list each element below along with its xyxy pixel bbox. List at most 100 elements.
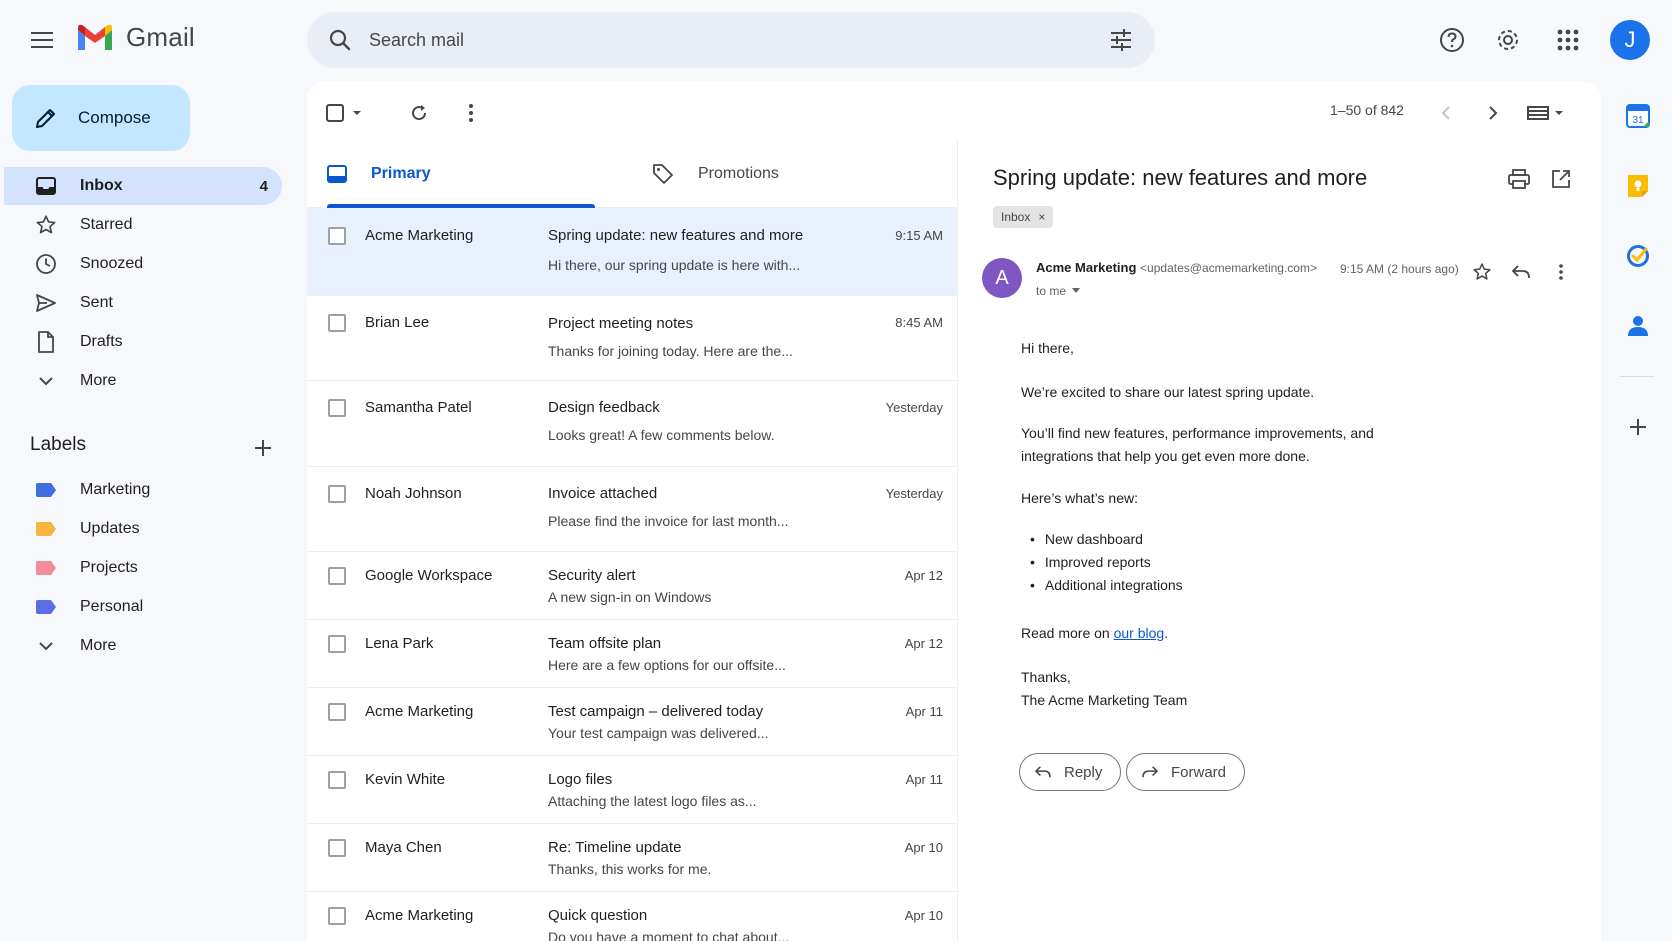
row-checkbox[interactable] bbox=[328, 485, 346, 503]
reply-icon-button[interactable] bbox=[1505, 256, 1537, 288]
search-options-icon[interactable] bbox=[1109, 29, 1133, 51]
row-snippet: Your test campaign was delivered... bbox=[548, 725, 769, 741]
row-sender: Samantha Patel bbox=[365, 399, 472, 416]
inbox-icon bbox=[327, 165, 347, 183]
chevron-down-icon bbox=[34, 369, 58, 393]
select-all-checkbox[interactable] bbox=[322, 95, 372, 131]
label-projects[interactable]: Projects bbox=[4, 549, 282, 587]
print-button[interactable] bbox=[1503, 163, 1535, 195]
more-options-button[interactable] bbox=[453, 95, 489, 131]
remove-label-icon[interactable]: × bbox=[1038, 210, 1045, 224]
unread-count: 4 bbox=[259, 177, 268, 195]
message-more-button[interactable] bbox=[1545, 256, 1577, 288]
row-checkbox[interactable] bbox=[328, 399, 346, 417]
keep-app-button[interactable] bbox=[1622, 170, 1654, 202]
settings-button[interactable] bbox=[1488, 20, 1528, 60]
tab-promotions[interactable]: Promotions bbox=[652, 140, 779, 208]
refresh-button[interactable] bbox=[401, 95, 437, 131]
star-message-button[interactable] bbox=[1466, 256, 1498, 288]
forward-button[interactable]: Forward bbox=[1126, 753, 1246, 791]
label-tag-icon bbox=[36, 561, 56, 575]
gmail-logo[interactable]: Gmail bbox=[76, 22, 195, 53]
table-row[interactable]: Lena Park Team offsite plan Here are a f… bbox=[307, 620, 957, 688]
sender-avatar[interactable]: A bbox=[982, 258, 1022, 298]
table-row[interactable]: Acme Marketing Test campaign – delivered… bbox=[307, 688, 957, 756]
label-tag-icon bbox=[36, 600, 56, 614]
contacts-app-button[interactable] bbox=[1622, 310, 1654, 342]
sidebar-item-snoozed[interactable]: Snoozed bbox=[4, 245, 282, 283]
row-date: Apr 10 bbox=[904, 908, 943, 923]
label-updates[interactable]: Updates bbox=[4, 510, 282, 548]
table-row[interactable]: Acme Marketing Spring update: new featur… bbox=[307, 208, 957, 296]
app-name: Gmail bbox=[126, 22, 195, 52]
row-snippet: A new sign-in on Windows bbox=[548, 589, 712, 605]
row-checkbox[interactable] bbox=[328, 635, 346, 653]
open-new-window-button[interactable] bbox=[1545, 163, 1577, 195]
sidebar-item-starred[interactable]: Starred bbox=[4, 206, 282, 244]
main-menu-button[interactable] bbox=[22, 20, 62, 60]
compose-button[interactable]: Compose bbox=[12, 85, 190, 151]
label-name: Projects bbox=[80, 559, 138, 576]
older-page-button[interactable] bbox=[1428, 95, 1464, 131]
reply-icon bbox=[1034, 766, 1051, 778]
row-checkbox[interactable] bbox=[328, 703, 346, 721]
sidebar-item-drafts[interactable]: Drafts bbox=[4, 323, 282, 361]
table-row[interactable]: Acme Marketing Quick question Do you hav… bbox=[307, 892, 957, 941]
row-checkbox[interactable] bbox=[328, 839, 346, 857]
reply-button[interactable]: Reply bbox=[1019, 753, 1122, 791]
search-input[interactable]: Search mail bbox=[369, 30, 1109, 51]
add-addon-button[interactable] bbox=[1622, 411, 1654, 443]
gmail-m-icon bbox=[78, 24, 112, 50]
table-row[interactable]: Brian Lee Project meeting notes Thanks f… bbox=[307, 296, 957, 381]
row-checkbox[interactable] bbox=[328, 771, 346, 789]
gear-icon bbox=[1498, 30, 1518, 50]
tag-icon bbox=[653, 164, 673, 184]
label-personal[interactable]: Personal bbox=[4, 588, 282, 626]
send-icon bbox=[34, 291, 58, 315]
labels-more[interactable]: More bbox=[4, 627, 282, 665]
recipient-label: to me bbox=[1036, 284, 1067, 298]
sender-name[interactable]: Acme Marketing bbox=[1036, 260, 1136, 275]
row-checkbox[interactable] bbox=[328, 227, 346, 245]
row-checkbox[interactable] bbox=[328, 907, 346, 925]
row-subject: Invoice attached bbox=[548, 485, 658, 502]
table-row[interactable]: Samantha Patel Design feedback Looks gre… bbox=[307, 381, 957, 467]
list-item: New dashboard bbox=[1030, 528, 1183, 551]
list-item: Additional integrations bbox=[1030, 574, 1183, 597]
newer-page-button[interactable] bbox=[1475, 95, 1511, 131]
row-checkbox[interactable] bbox=[328, 567, 346, 585]
help-button[interactable] bbox=[1432, 20, 1472, 60]
table-row[interactable]: Google Workspace Security alert A new si… bbox=[307, 552, 957, 620]
tasks-app-button[interactable] bbox=[1622, 240, 1654, 272]
table-row[interactable]: Noah Johnson Invoice attached Please fin… bbox=[307, 467, 957, 552]
more-vert-icon bbox=[1559, 264, 1563, 280]
search-icon[interactable] bbox=[329, 29, 351, 51]
add-label-button[interactable] bbox=[247, 432, 279, 464]
sidebar-item-label: Starred bbox=[80, 216, 133, 233]
search-bar[interactable]: Search mail bbox=[307, 12, 1155, 68]
tab-primary[interactable]: Primary bbox=[327, 140, 595, 208]
row-sender: Brian Lee bbox=[365, 314, 430, 331]
density-toggle-button[interactable] bbox=[1524, 95, 1570, 131]
blog-link[interactable]: our blog bbox=[1114, 625, 1165, 641]
table-row[interactable]: Kevin White Logo files Attaching the lat… bbox=[307, 756, 957, 824]
row-checkbox[interactable] bbox=[328, 314, 346, 332]
sidebar-item-label: Inbox bbox=[80, 177, 123, 194]
apps-button[interactable] bbox=[1548, 20, 1588, 60]
inbox-label-chip[interactable]: Inbox × bbox=[993, 206, 1054, 228]
sidebar-item-more[interactable]: More bbox=[4, 362, 282, 400]
table-row[interactable]: Maya Chen Re: Timeline update Thanks, th… bbox=[307, 824, 957, 892]
row-subject: Re: Timeline update bbox=[548, 839, 682, 856]
sidebar-item-inbox[interactable]: Inbox 4 bbox=[4, 167, 282, 205]
recipient-details[interactable]: to me bbox=[1036, 284, 1081, 298]
help-icon bbox=[1440, 28, 1464, 52]
forward-label: Forward bbox=[1171, 763, 1227, 781]
account-avatar[interactable]: J bbox=[1610, 20, 1650, 60]
calendar-day: 31 bbox=[1632, 115, 1644, 126]
sidebar-item-label: Snoozed bbox=[80, 255, 144, 272]
row-sender: Maya Chen bbox=[365, 839, 442, 856]
calendar-app-button[interactable]: 31 bbox=[1622, 100, 1654, 132]
label-marketing[interactable]: Marketing bbox=[4, 471, 282, 509]
sidebar-item-sent[interactable]: Sent bbox=[4, 284, 282, 322]
category-tabs: Primary Promotions bbox=[307, 140, 957, 208]
